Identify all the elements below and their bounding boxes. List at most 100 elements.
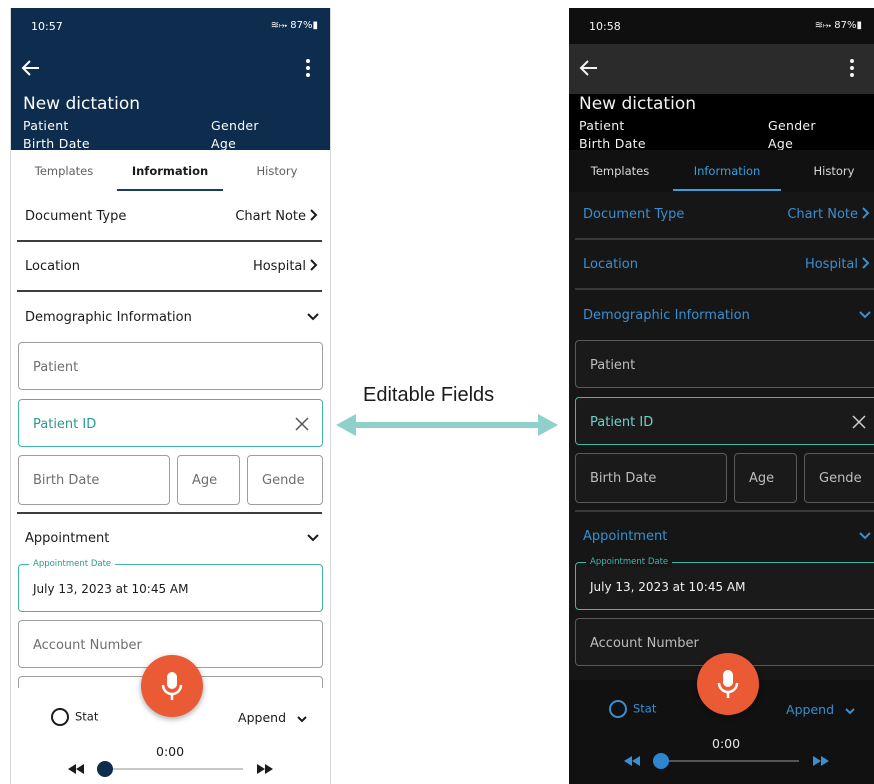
location-row[interactable]: Location Hospital <box>575 240 874 290</box>
slider-thumb[interactable] <box>653 753 669 769</box>
record-mic-button[interactable] <box>141 655 203 717</box>
append-dropdown[interactable]: Append <box>786 702 856 717</box>
demographic-section-header[interactable]: Demographic Information <box>17 293 322 343</box>
age-field[interactable]: Age <box>177 455 240 505</box>
rewind-icon[interactable] <box>624 756 640 766</box>
header-gender: Gender <box>768 118 816 133</box>
birth-date-field[interactable]: Birth Date <box>575 453 727 503</box>
tab-history[interactable]: History <box>797 150 871 192</box>
gender-field[interactable]: Gende <box>804 453 874 503</box>
tab-templates[interactable]: Templates <box>577 150 663 192</box>
microphone-icon <box>717 670 739 698</box>
patient-field[interactable]: Patient <box>18 342 323 390</box>
tab-bar: Templates Information History <box>569 150 874 192</box>
account-number-placeholder: Account Number <box>33 638 142 653</box>
rewind-icon[interactable] <box>68 764 84 774</box>
tab-templates[interactable]: Templates <box>21 150 107 192</box>
dictation-header: New dictation Patient Gender Birth Date … <box>11 94 330 151</box>
gender-field[interactable]: Gende <box>247 455 323 505</box>
patient-id-placeholder: Patient ID <box>590 415 654 430</box>
location-row[interactable]: Location Hospital <box>17 242 322 292</box>
header-patient: Patient <box>579 118 625 133</box>
appointment-section-header[interactable]: Appointment <box>575 512 874 562</box>
append-dropdown[interactable]: Append <box>238 710 308 725</box>
chevron-down-icon <box>297 715 307 722</box>
chevron-down-icon <box>859 532 871 540</box>
age-placeholder: Age <box>192 473 218 488</box>
fast-forward-icon[interactable] <box>813 756 829 766</box>
phone-dark: 10:58 ≋⤠ 87%▮ New dictation Patient Gend… <box>569 8 874 784</box>
status-time: 10:58 <box>589 20 621 33</box>
app-bar <box>11 44 330 94</box>
status-system-icons: ≋⤠ 87%▮ <box>814 20 862 31</box>
tab-history[interactable]: History <box>237 150 317 192</box>
more-vert-icon[interactable] <box>296 56 320 80</box>
document-type-row[interactable]: Document Type Chart Note <box>575 190 874 240</box>
chevron-right-icon <box>862 207 870 219</box>
demographic-section-header[interactable]: Demographic Information <box>575 291 874 341</box>
document-type-row[interactable]: Document Type Chart Note <box>17 192 322 242</box>
page-title: New dictation <box>579 94 696 114</box>
birth-date-field[interactable]: Birth Date <box>18 455 170 505</box>
demographic-label: Demographic Information <box>25 310 192 325</box>
account-number-placeholder: Account Number <box>590 636 699 651</box>
stat-toggle[interactable]: Stat <box>609 700 656 718</box>
back-arrow-icon[interactable] <box>19 56 43 80</box>
appointment-date-label: Appointment Date <box>586 557 673 567</box>
location-value: Hospital <box>252 259 306 274</box>
clear-icon[interactable] <box>851 414 867 430</box>
patient-field[interactable]: Patient <box>575 340 874 388</box>
patient-id-field[interactable]: Patient ID <box>18 399 323 447</box>
stat-radio[interactable] <box>51 708 69 726</box>
chevron-down-icon <box>307 313 319 321</box>
chevron-right-icon <box>310 259 318 271</box>
appointment-label: Appointment <box>583 529 668 544</box>
page-title: New dictation <box>23 94 140 114</box>
chevron-down-icon <box>859 311 871 319</box>
record-mic-button[interactable] <box>697 653 759 715</box>
fast-forward-icon[interactable] <box>257 764 273 774</box>
more-vert-icon[interactable] <box>840 56 864 80</box>
appointment-date-value: July 13, 2023 at 10:45 AM <box>33 582 189 596</box>
annotation-label: Editable Fields <box>363 384 495 406</box>
status-time: 10:57 <box>31 20 63 33</box>
demographic-label: Demographic Information <box>583 308 750 323</box>
tab-information[interactable]: Information <box>117 150 223 192</box>
header-patient: Patient <box>23 118 69 133</box>
stat-toggle[interactable]: Stat <box>51 708 98 726</box>
back-arrow-icon[interactable] <box>577 56 601 80</box>
patient-placeholder: Patient <box>33 360 79 375</box>
playback-slider[interactable] <box>97 761 243 777</box>
tab-information[interactable]: Information <box>673 150 781 192</box>
patient-id-field[interactable]: Patient ID <box>575 397 874 445</box>
clear-icon[interactable] <box>294 416 310 432</box>
appointment-date-field[interactable]: Appointment Date July 13, 2023 at 10:45 … <box>18 559 323 612</box>
append-label: Append <box>238 710 287 725</box>
chevron-right-icon <box>862 257 870 269</box>
location-value: Hospital <box>804 257 858 272</box>
stat-label: Stat <box>633 701 657 716</box>
status-bar: 10:57 ≋⤠ 87%▮ <box>11 8 330 44</box>
appointment-date-field[interactable]: Appointment Date July 13, 2023 at 10:45 … <box>575 557 874 610</box>
header-age: Age <box>211 136 237 151</box>
age-field[interactable]: Age <box>734 453 797 503</box>
appointment-date-label: Appointment Date <box>29 559 116 569</box>
gender-placeholder: Gende <box>262 473 305 488</box>
appointment-section-header[interactable]: Appointment <box>17 514 322 564</box>
chevron-right-icon <box>310 209 318 221</box>
patient-placeholder: Patient <box>590 358 636 373</box>
location-label: Location <box>25 259 80 274</box>
phone-light: 10:57 ≋⤠ 87%▮ New dictation Patient Gend… <box>10 8 331 784</box>
patient-id-placeholder: Patient ID <box>33 417 97 432</box>
divider <box>17 290 322 292</box>
document-type-value: Chart Note <box>235 209 306 224</box>
slider-thumb[interactable] <box>97 761 113 777</box>
chevron-down-icon <box>307 534 319 542</box>
dictation-header: New dictation Patient Gender Birth Date … <box>569 94 874 151</box>
playback-slider[interactable] <box>653 753 799 769</box>
tab-indicator <box>117 189 223 191</box>
stat-radio[interactable] <box>609 700 627 718</box>
status-system-icons: ≋⤠ 87%▮ <box>270 20 318 31</box>
header-birth-date: Birth Date <box>579 136 646 151</box>
comparison-stage: 10:57 ≋⤠ 87%▮ New dictation Patient Gend… <box>0 0 874 784</box>
